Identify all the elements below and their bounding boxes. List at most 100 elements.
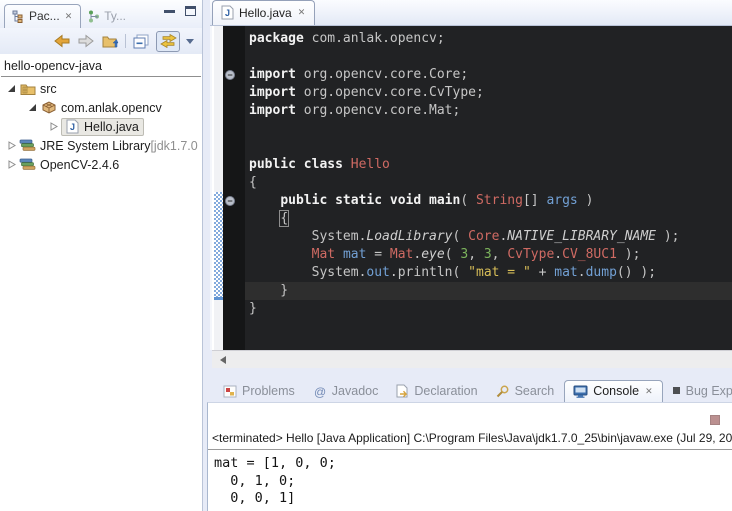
code-token: System. [249,229,366,244]
code-line-3[interactable]: import org.opencv.core.Core; [245,66,732,84]
bottom-tab-bug-explorer[interactable]: Bug Explorer [665,381,732,402]
code-line-2[interactable] [245,48,732,66]
code-token [249,247,312,262]
bottom-tab-label: Console [593,384,639,398]
bottom-tab-search[interactable]: Search [488,381,563,402]
java-file-icon: J [64,119,81,135]
editor-frame: −− package com.anlak.opencv;import org.o… [210,26,732,350]
code-token: import [249,103,296,118]
java-file-icon: J [221,5,234,20]
code-token: ( [460,193,476,208]
bottom-tab-label: Bug Explorer [686,384,732,398]
code-line-9[interactable]: { [245,174,732,192]
view-menu-icon[interactable] [186,39,194,48]
code-token: [] [523,193,546,208]
code-token: { [280,211,288,226]
collapse-arrow-icon[interactable] [27,103,38,112]
project-root-label[interactable]: hello-opencv-java [0,54,202,76]
code-line-8[interactable]: public class Hello [245,156,732,174]
code-line-7[interactable] [245,138,732,156]
problems-icon [223,385,237,398]
expand-arrow-icon[interactable] [6,141,17,150]
tree-item-opencv-2-4-6[interactable]: OpenCV-2.4.6 [0,155,202,174]
back-icon[interactable] [53,33,71,50]
tab-label: Ty... [104,9,126,23]
code-token: ( [453,229,469,244]
close-icon[interactable]: ✕ [297,7,307,18]
code-token: + [531,265,554,280]
tree-item-src[interactable]: src [0,79,202,98]
bottom-tab-declaration[interactable]: Declaration [388,381,485,402]
bug-icon [673,387,681,395]
code-line-4[interactable]: import org.opencv.core.CvType; [245,84,732,102]
code-line-16[interactable]: } [245,300,732,318]
horizontal-scrollbar[interactable] [212,350,732,368]
svg-text:J: J [225,8,230,18]
bottom-tab-problems[interactable]: Problems [215,381,303,402]
code-line-5[interactable]: import org.opencv.core.Mat; [245,102,732,120]
tree-item-hello-java[interactable]: JHello.java [0,117,202,136]
selected-item-box[interactable]: JHello.java [61,118,144,136]
code-token: eye [421,247,444,262]
code-token: org.opencv.core.Core; [296,67,468,82]
editor-tab-label: Hello.java [239,6,292,20]
code-line-11[interactable]: { [245,210,732,228]
tree-item-jre-system-library[interactable]: JRE System Library [jdk1.7.0 [0,136,202,155]
terminate-icon[interactable] [710,415,720,425]
project-separator [1,76,201,77]
code-line-13[interactable]: Mat mat = Mat.eye( 3, 3, CvType.CV_8UC1 … [245,246,732,264]
code-token: CvType [507,247,554,262]
tree-item-label: Hello.java [84,120,139,134]
type-hierarchy-icon [88,10,100,23]
console-status-line: <terminated> Hello [Java Application] C:… [208,429,732,450]
library-icon [19,157,36,173]
collapse-arrow-icon[interactable] [6,84,17,93]
link-with-editor-icon[interactable] [156,31,180,52]
code-token: public static void main [280,193,460,208]
fold-collapse-icon[interactable]: − [225,196,235,206]
code-line-15[interactable]: } [245,282,732,300]
console-output-line: 0, 1, 0; [214,473,732,491]
expand-arrow-icon[interactable] [6,160,17,169]
expand-arrow-icon[interactable] [48,122,59,131]
tree-item-com-anlak-opencv[interactable]: com.anlak.opencv [0,98,202,117]
console-output[interactable]: mat = [1, 0, 0; 0, 1, 0; 0, 0, 1] [208,450,732,508]
editor-body: −− package com.anlak.opencv;import org.o… [214,26,732,350]
tab-package-explorer[interactable]: Pac... ✕ [4,4,81,28]
minimize-icon[interactable] [164,4,175,13]
scroll-left-icon[interactable] [216,356,226,364]
code-token: import [249,67,296,82]
close-icon[interactable]: ✕ [64,11,74,22]
code-line-14[interactable]: System.out.println( "mat = " + mat.dump(… [245,264,732,282]
tab-type-hierarchy[interactable]: Ty... [81,5,133,28]
code-token: package [249,31,304,46]
code-area[interactable]: package com.anlak.opencv; import org.open… [245,26,732,350]
code-token [335,247,343,262]
explorer-toolbar [0,28,202,54]
code-token: com.anlak.opencv; [304,31,445,46]
code-line-6[interactable] [245,120,732,138]
forward-icon[interactable] [77,33,95,50]
code-token [343,157,351,172]
code-line-1[interactable]: package com.anlak.opencv; [245,30,732,48]
bottom-tab-console[interactable]: Console ✕ [564,380,662,402]
editor-tab-hello-java[interactable]: J Hello.java ✕ [212,0,315,25]
code-token: out [366,265,389,280]
project-tree: srccom.anlak.opencvJHello.javaJRE System… [0,79,202,174]
source-folder-icon [19,81,36,97]
up-folder-icon[interactable] [101,33,119,50]
bottom-tab-javadoc[interactable]: @Javadoc [305,381,387,402]
code-token: import [249,85,296,100]
maximize-icon[interactable] [185,6,196,16]
code-token: ( [445,247,461,262]
code-token: org.opencv.core.CvType; [296,85,484,100]
annotation-ruler[interactable] [214,26,223,350]
close-icon[interactable]: ✕ [644,386,654,397]
collapse-all-icon[interactable] [132,33,150,50]
code-token: ); [617,247,640,262]
folding-gutter[interactable]: −− [223,26,245,350]
package-icon [40,100,57,116]
code-line-12[interactable]: System.LoadLibrary( Core.NATIVE_LIBRARY_… [245,228,732,246]
code-line-10[interactable]: public static void main( String[] args ) [245,192,732,210]
fold-collapse-icon[interactable]: − [225,70,235,80]
